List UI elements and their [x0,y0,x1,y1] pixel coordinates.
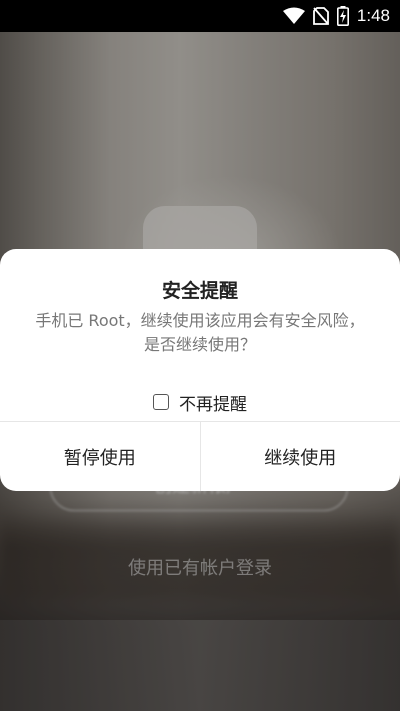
dont-show-again-row[interactable]: 不再提醒 [0,389,400,415]
dont-show-again-checkbox[interactable] [153,394,169,410]
battery-charging-icon [336,6,349,26]
security-alert-dialog: 安全提醒 手机已 Root，继续使用该应用会有安全风险，是否继续使用？ 不再提醒… [0,249,400,491]
dont-show-again-label: 不再提醒 [179,394,247,415]
status-icons: 1:48 [282,0,390,32]
dialog-message: 手机已 Root，继续使用该应用会有安全风险，是否继续使用？ [35,311,365,354]
dialog-button-row: 暂停使用 继续使用 [0,421,400,491]
status-bar: 1:48 [0,0,400,32]
status-time: 1:48 [356,6,390,25]
continue-use-button[interactable]: 继续使用 [199,422,400,491]
pause-use-button[interactable]: 暂停使用 [0,422,200,491]
no-sim-icon [313,7,329,25]
wifi-icon [282,7,305,25]
dialog-title: 安全提醒 [161,280,238,302]
